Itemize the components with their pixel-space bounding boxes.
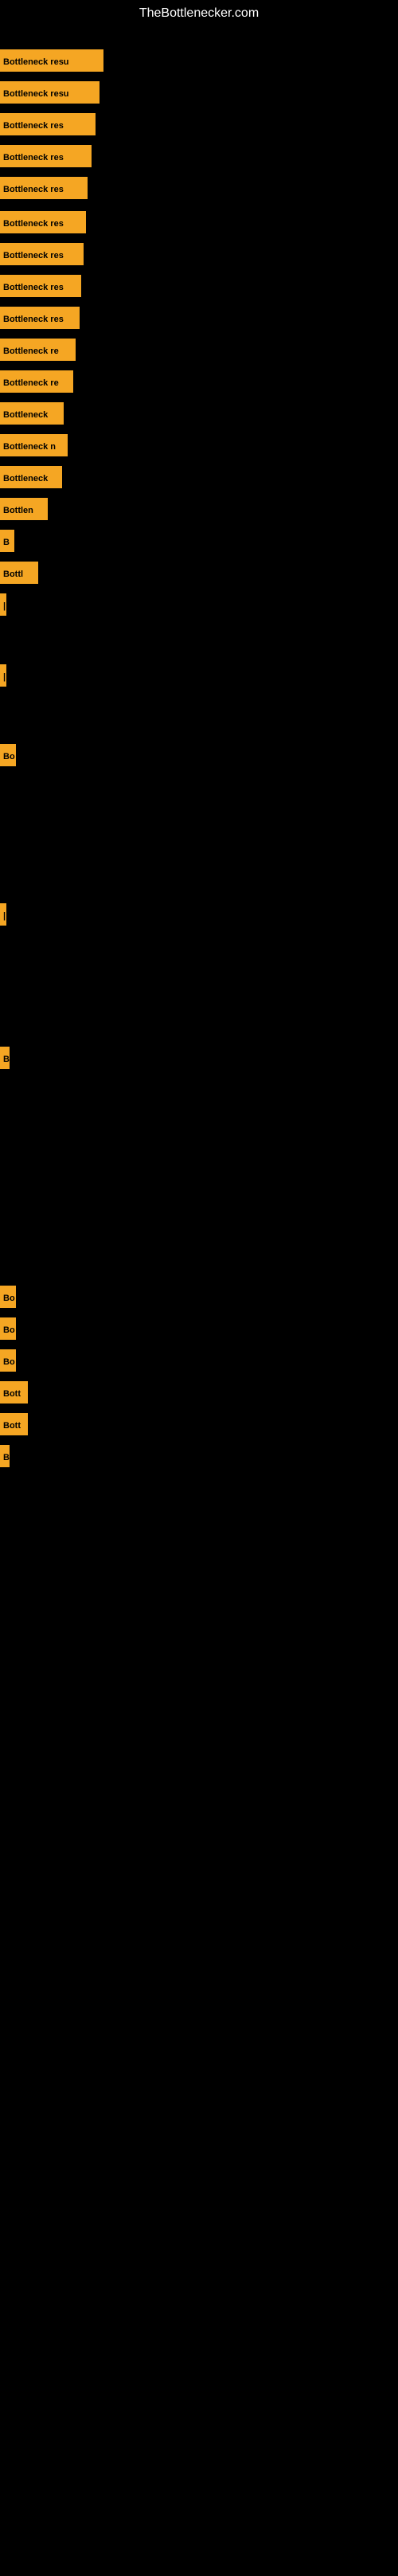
bar-row: B xyxy=(0,1445,10,1467)
bar-row: | xyxy=(0,593,6,616)
bar-label: B xyxy=(0,530,14,552)
bar-label: Bottleneck resu xyxy=(0,81,100,104)
bar-row: | xyxy=(0,903,6,926)
bar-row: B xyxy=(0,1047,10,1069)
bar-label: Bottleneck res xyxy=(0,275,81,297)
bar-label: | xyxy=(0,593,6,616)
bar-row: Bo xyxy=(0,1349,16,1372)
bar-row: Bott xyxy=(0,1381,28,1403)
bar-row: Bottl xyxy=(0,562,38,584)
bar-label: Bottleneck resu xyxy=(0,49,103,72)
bar-label: Bottleneck re xyxy=(0,339,76,361)
bar-row: Bottleneck res xyxy=(0,243,84,265)
site-title: TheBottlenecker.com xyxy=(0,0,398,27)
bar-row: Bo xyxy=(0,1317,16,1340)
bar-row: Bottleneck re xyxy=(0,370,73,393)
bar-row: Bo xyxy=(0,1286,16,1308)
bar-label: | xyxy=(0,664,6,687)
bar-label: Bottleneck res xyxy=(0,307,80,329)
bar-row: Bottleneck res xyxy=(0,307,80,329)
bar-row: Bottleneck res xyxy=(0,113,96,135)
bar-label: B xyxy=(0,1445,10,1467)
bar-label: Bottleneck xyxy=(0,466,62,488)
bar-row: Bottleneck resu xyxy=(0,49,103,72)
bar-row: Bottleneck res xyxy=(0,145,92,167)
bar-label: Bott xyxy=(0,1413,28,1435)
bar-label: B xyxy=(0,1047,10,1069)
bar-row: | xyxy=(0,664,6,687)
bar-row: Bo xyxy=(0,744,16,766)
bar-label: Bottleneck res xyxy=(0,113,96,135)
bar-row: Bottlen xyxy=(0,498,48,520)
bar-label: Bo xyxy=(0,1349,16,1372)
bar-label: Bottleneck n xyxy=(0,434,68,456)
bar-label: Bottleneck res xyxy=(0,145,92,167)
bar-row: Bottleneck xyxy=(0,466,62,488)
bar-row: Bottleneck res xyxy=(0,275,81,297)
bar-row: Bottleneck res xyxy=(0,177,88,199)
bar-label: Bott xyxy=(0,1381,28,1403)
bar-row: Bottleneck re xyxy=(0,339,76,361)
bar-label: Bottleneck res xyxy=(0,243,84,265)
bar-label: Bo xyxy=(0,744,16,766)
bar-row: Bott xyxy=(0,1413,28,1435)
bar-label: Bottleneck res xyxy=(0,211,86,233)
bar-label: Bottlen xyxy=(0,498,48,520)
bar-row: Bottleneck res xyxy=(0,211,86,233)
bar-label: Bottleneck re xyxy=(0,370,73,393)
bar-row: Bottleneck xyxy=(0,402,64,425)
bar-label: Bo xyxy=(0,1317,16,1340)
bar-row: B xyxy=(0,530,14,552)
bar-label: | xyxy=(0,903,6,926)
bar-label: Bottleneck xyxy=(0,402,64,425)
bar-row: Bottleneck n xyxy=(0,434,68,456)
bar-label: Bo xyxy=(0,1286,16,1308)
bar-label: Bottl xyxy=(0,562,38,584)
bar-row: Bottleneck resu xyxy=(0,81,100,104)
bar-label: Bottleneck res xyxy=(0,177,88,199)
